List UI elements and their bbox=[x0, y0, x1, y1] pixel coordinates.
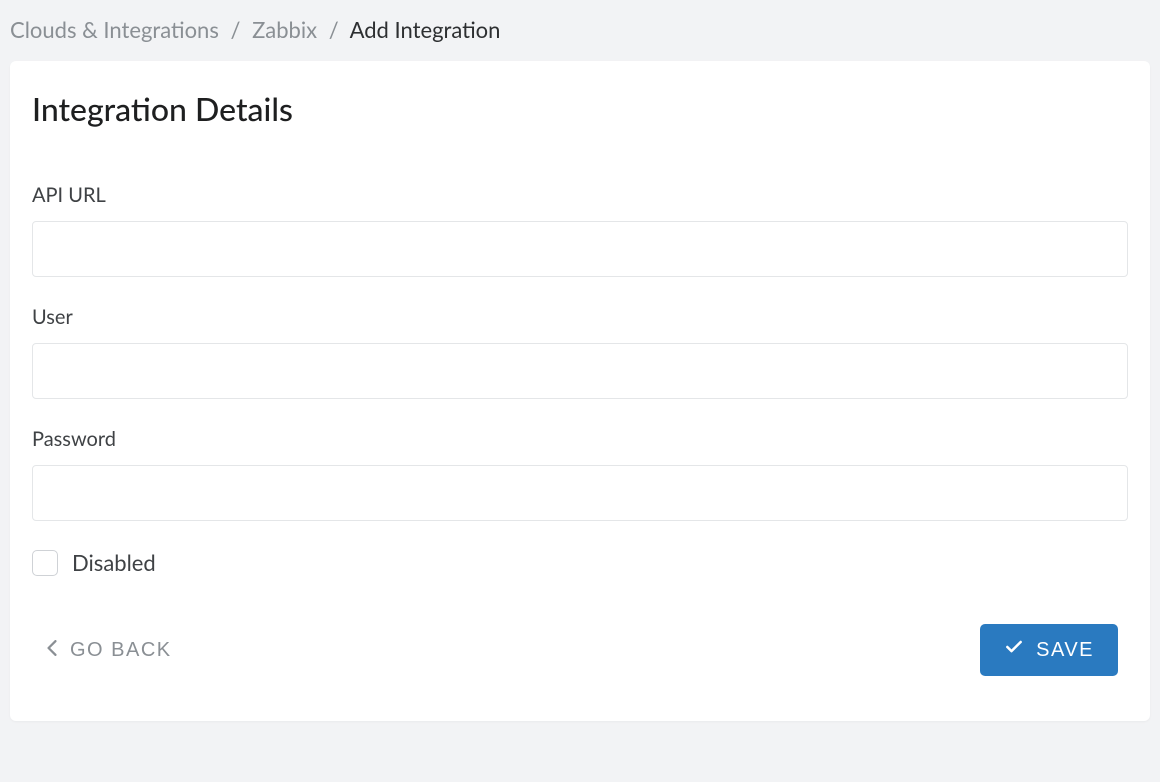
actions-row: GO BACK SAVE bbox=[32, 624, 1128, 676]
disabled-row: Disabled bbox=[32, 549, 1128, 576]
api-url-input[interactable] bbox=[32, 221, 1128, 277]
api-url-label: API URL bbox=[32, 183, 1128, 207]
user-group: User bbox=[32, 305, 1128, 399]
user-label: User bbox=[32, 305, 1128, 329]
password-label: Password bbox=[32, 427, 1128, 451]
integration-details-card: Integration Details API URL User Passwor… bbox=[10, 61, 1150, 721]
breadcrumb-item-current: Add Integration bbox=[350, 16, 501, 43]
breadcrumb: Clouds & Integrations / Zabbix / Add Int… bbox=[0, 0, 1160, 61]
breadcrumb-item-clouds[interactable]: Clouds & Integrations bbox=[10, 16, 219, 43]
save-button[interactable]: SAVE bbox=[980, 624, 1118, 676]
go-back-label: GO BACK bbox=[70, 639, 172, 662]
breadcrumb-separator: / bbox=[231, 16, 241, 43]
check-icon bbox=[1004, 637, 1024, 663]
page-title: Integration Details bbox=[32, 89, 1128, 128]
go-back-button[interactable]: GO BACK bbox=[42, 629, 176, 672]
api-url-group: API URL bbox=[32, 183, 1128, 277]
save-label: SAVE bbox=[1036, 639, 1094, 662]
password-input[interactable] bbox=[32, 465, 1128, 521]
disabled-label: Disabled bbox=[72, 549, 156, 576]
user-input[interactable] bbox=[32, 343, 1128, 399]
password-group: Password bbox=[32, 427, 1128, 521]
breadcrumb-item-zabbix[interactable]: Zabbix bbox=[252, 16, 317, 43]
disabled-checkbox[interactable] bbox=[32, 550, 58, 576]
chevron-left-icon bbox=[46, 640, 58, 660]
breadcrumb-separator: / bbox=[329, 16, 339, 43]
